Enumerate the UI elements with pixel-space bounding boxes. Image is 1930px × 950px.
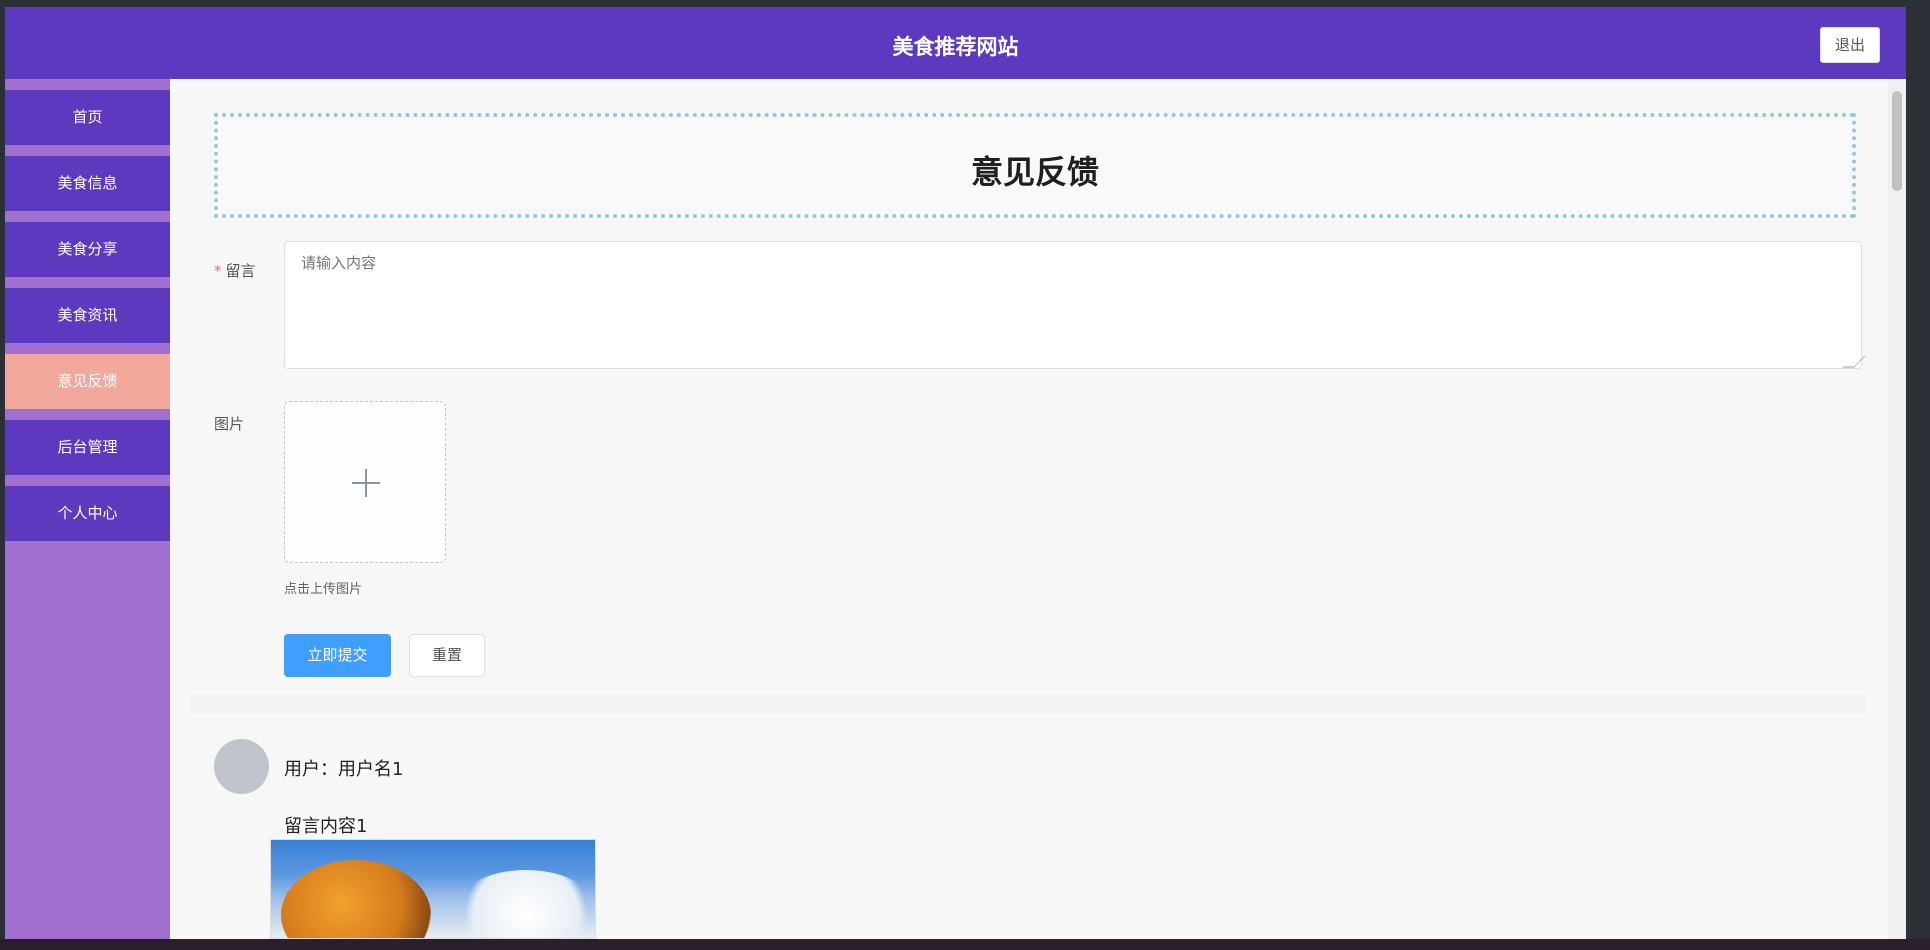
main-content: 意见反馈 *留言 图片 点击上传图片 立即提交 重置 用户：用户名1 留言内容1 — [190, 79, 1866, 939]
sidebar-item-admin[interactable]: 后台管理 — [5, 420, 170, 475]
app-window: 美食推荐网站 退出 首页 美食信息 美食分享 美食资讯 意见反馈 后台管理 个人… — [5, 7, 1906, 939]
comment-content: 留言内容1 — [284, 816, 368, 837]
required-mark: * — [214, 262, 222, 280]
sidebar-item-food-news[interactable]: 美食资讯 — [5, 288, 170, 343]
image-upload-box[interactable] — [284, 401, 446, 563]
page-title-banner: 意见反馈 — [214, 113, 1856, 218]
avatar — [214, 739, 269, 794]
sidebar-item-profile[interactable]: 个人中心 — [5, 486, 170, 541]
section-divider — [190, 695, 1866, 713]
sidebar-item-food-info[interactable]: 美食信息 — [5, 156, 170, 211]
site-title: 美食推荐网站 — [892, 35, 1019, 59]
reset-button[interactable]: 重置 — [409, 634, 485, 677]
sidebar-item-feedback[interactable]: 意见反馈 — [5, 354, 170, 409]
taskbar-strip — [0, 939, 1930, 950]
comment-image — [270, 839, 596, 939]
upload-tip: 点击上传图片 — [284, 582, 363, 597]
logout-button[interactable]: 退出 — [1820, 27, 1880, 63]
submit-button[interactable]: 立即提交 — [284, 634, 391, 677]
comment-user: 用户：用户名1 — [284, 759, 404, 780]
tree-image-shape — [281, 860, 431, 938]
sidebar-item-home[interactable]: 首页 — [5, 90, 170, 145]
vertical-scrollbar[interactable] — [1888, 79, 1906, 939]
plus-icon — [352, 469, 380, 497]
top-header: 美食推荐网站 退出 — [5, 7, 1906, 79]
sidebar-nav: 首页 美食信息 美食分享 美食资讯 意见反馈 后台管理 个人中心 — [5, 79, 170, 939]
message-textarea[interactable] — [284, 241, 1862, 369]
cloud-image-shape — [451, 870, 595, 938]
sidebar-item-food-share[interactable]: 美食分享 — [5, 222, 170, 277]
browser-frame: 美食推荐网站 退出 首页 美食信息 美食分享 美食资讯 意见反馈 后台管理 个人… — [0, 0, 1930, 950]
page-title: 意见反馈 — [970, 153, 1099, 191]
image-label: 图片 — [214, 415, 245, 433]
message-label: * 留言 — [214, 260, 256, 281]
message-label-text: 留言 — [225, 262, 256, 280]
scrollbar-thumb[interactable] — [1892, 91, 1902, 191]
